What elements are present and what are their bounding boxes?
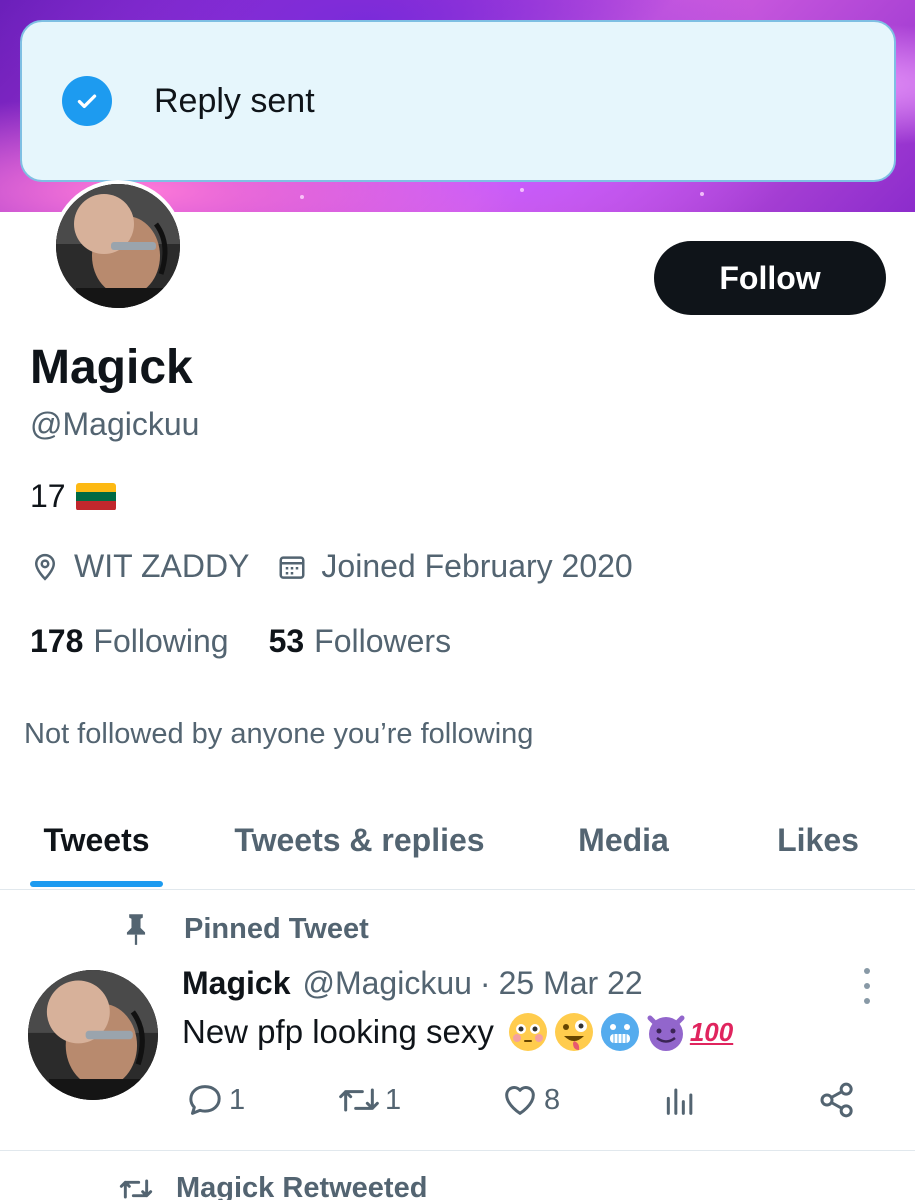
retweet-count: 1	[385, 1083, 402, 1116]
profile-tabs: Tweets Tweets & replies Media Likes	[0, 790, 915, 890]
heart-icon	[505, 1086, 535, 1115]
followers-link[interactable]: 53 Followers	[269, 623, 452, 660]
followers-label: Followers	[314, 623, 452, 659]
follow-counts: 178 Following 53 Followers	[30, 623, 451, 660]
toast-message: Reply sent	[154, 81, 315, 120]
retweet-button[interactable]: 1	[337, 1080, 401, 1120]
tab-label: Likes	[777, 821, 859, 858]
tab-label: Tweets	[43, 821, 150, 858]
bio-text: 17	[30, 478, 66, 514]
followers-count: 53	[268, 623, 305, 659]
cold-face-icon	[600, 1012, 640, 1052]
lithuania-flag-icon	[75, 482, 116, 511]
flushed-face-icon	[508, 1012, 548, 1052]
tweet-divider	[0, 1150, 915, 1151]
reply-sent-toast: Reply sent	[20, 20, 896, 182]
tweet-header: Magick @Magickuu · 25 Mar 22	[182, 965, 643, 1002]
profile-meta: WIT ZADDY Joined February 2020	[30, 548, 633, 585]
pin-icon	[126, 914, 146, 945]
tab-likes[interactable]: Likes	[721, 790, 915, 890]
profile-avatar[interactable]	[52, 180, 184, 312]
tweet-actions: 1 1 8	[185, 1080, 860, 1126]
following-count: 178	[30, 623, 84, 659]
retweet-icon	[339, 1088, 379, 1112]
pinned-label: Pinned Tweet	[184, 912, 369, 945]
share-button[interactable]	[817, 1080, 861, 1120]
location-text: WIT ZADDY	[74, 548, 250, 584]
mutuals-note: Not followed by anyone you’re following	[24, 718, 534, 750]
tweet-separator: ·	[479, 965, 491, 1001]
hundred-points-icon: 100	[689, 1016, 734, 1047]
display-name: Magick	[30, 341, 193, 394]
analytics-icon	[666, 1088, 693, 1115]
smiling-imp-icon	[646, 1012, 686, 1052]
check-circle-icon	[62, 76, 112, 126]
tweet-text: New pfp looking sexy	[182, 1013, 494, 1050]
retweet-icon	[119, 1179, 153, 1198]
retweeted-label: Magick Retweeted	[176, 1172, 428, 1200]
following-link[interactable]: 178 Following	[30, 623, 229, 660]
tab-tweets-replies[interactable]: Tweets & replies	[193, 790, 526, 890]
like-count: 8	[544, 1083, 561, 1116]
reply-icon	[189, 1085, 221, 1115]
more-options-icon[interactable]	[855, 968, 879, 1004]
analytics-button[interactable]	[660, 1080, 704, 1120]
share-icon	[820, 1082, 853, 1118]
joined-date: Joined February 2020	[321, 548, 633, 584]
tab-tweets[interactable]: Tweets	[0, 790, 193, 890]
following-label: Following	[93, 623, 229, 659]
tab-label: Tweets & replies	[234, 821, 485, 858]
tweet-date[interactable]: 25 Mar 22	[499, 965, 643, 1002]
reply-button[interactable]: 1	[185, 1080, 245, 1120]
location-pin-icon	[34, 553, 56, 581]
like-button[interactable]: 8	[500, 1080, 560, 1120]
retweeted-indicator: Magick Retweeted	[118, 1172, 427, 1200]
tab-label: Media	[578, 821, 669, 858]
user-handle: @Magickuu	[30, 406, 200, 442]
active-tab-indicator	[30, 881, 163, 887]
follow-button[interactable]: Follow	[654, 241, 886, 315]
calendar-icon	[279, 555, 305, 579]
pinned-indicator: Pinned Tweet	[122, 912, 369, 946]
reply-count: 1	[229, 1083, 246, 1116]
tweet-author-handle[interactable]: @Magickuu	[302, 965, 471, 1002]
tweet-author-avatar[interactable]	[28, 970, 158, 1100]
tweet-body: New pfp looking sexy 100	[182, 1012, 733, 1052]
tweet-author-name[interactable]: Magick	[182, 965, 290, 1002]
profile-bio: 17	[30, 478, 116, 515]
tab-media[interactable]: Media	[526, 790, 721, 890]
zany-face-icon	[554, 1012, 594, 1052]
